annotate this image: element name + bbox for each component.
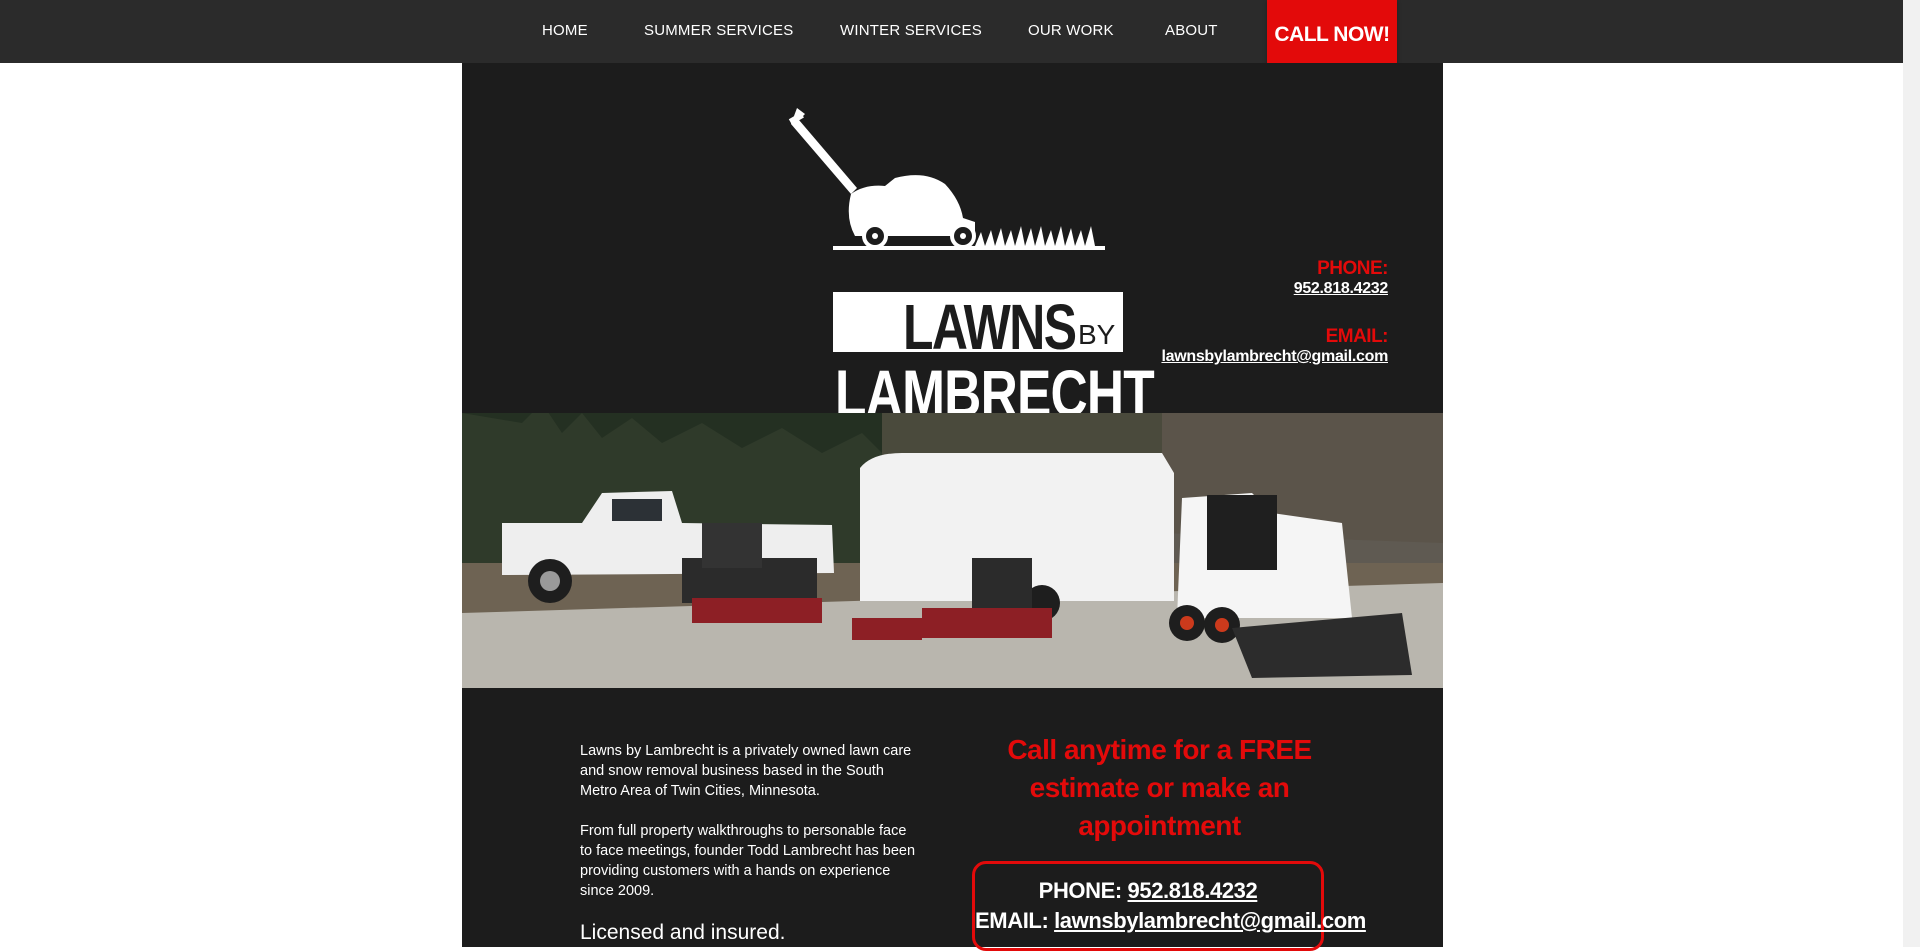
company-logo[interactable]: LAWNS BY LAMBRECHT (785, 108, 1155, 428)
call-now-button[interactable]: CALL NOW! (1267, 0, 1397, 70)
phone-link[interactable]: 952.818.4232 (1161, 280, 1389, 298)
email-link[interactable]: lawnsbylambrecht@gmail.com (1161, 348, 1388, 366)
content-column: LAWNS BY LAMBRECHT PHONE: 952.818.4232 E… (462, 63, 1443, 951)
about-paragraph-1: Lawns by Lambrecht is a privately owned … (580, 743, 912, 799)
nav-item-winter-services[interactable]: WINTER SERVICES (840, 22, 982, 39)
logo-lawns-bar: LAWNS BY (833, 292, 1123, 362)
nav-item-about[interactable]: ABOUT (1165, 22, 1218, 39)
cta-phone-link[interactable]: 952.818.4232 (1128, 878, 1258, 903)
cta-email-link[interactable]: lawnsbylambrecht@gmail.com (1054, 908, 1366, 933)
cta-phone-label: PHONE: (1038, 878, 1128, 903)
about-text: Lawns by Lambrecht is a privately owned … (580, 741, 920, 921)
cta-phone-line: PHONE: 952.818.4232 (975, 876, 1321, 906)
email-label: EMAIL: (1325, 326, 1389, 347)
lawn-mower-icon (788, 108, 1105, 250)
cta-email-line: EMAIL: lawnsbylambrecht@gmail.com (975, 906, 1366, 936)
nav-item-summer-services[interactable]: SUMMER SERVICES (644, 22, 793, 39)
header-contact-info: PHONE: 952.818.4232 EMAIL: lawnsbylambre… (1161, 258, 1388, 366)
phone-label: PHONE: (1317, 258, 1388, 279)
top-navigation-bar: HOME SUMMER SERVICES WINTER SERVICES OUR… (0, 0, 1920, 70)
equipment-photo (462, 413, 1443, 688)
cta-contact-box: PHONE: 952.818.4232 EMAIL: lawnsbylambre… (972, 861, 1366, 951)
nav-item-our-work[interactable]: OUR WORK (1028, 22, 1114, 39)
logo-lawns-text: LAWNS (903, 291, 1077, 363)
about-paragraph-2: From full property walkthroughs to perso… (580, 823, 916, 899)
cta-heading: Call anytime for a FREE estimate or make… (1007, 734, 1312, 841)
equipment-photo-image (462, 413, 1443, 688)
logo-by-text: BY (1078, 319, 1116, 350)
nav-item-home[interactable]: HOME (542, 22, 588, 39)
licensed-insured-text: Licensed and insured. (580, 921, 786, 944)
cta-email-label: EMAIL: (975, 908, 1055, 933)
page-scrollbar[interactable] (1903, 0, 1920, 947)
